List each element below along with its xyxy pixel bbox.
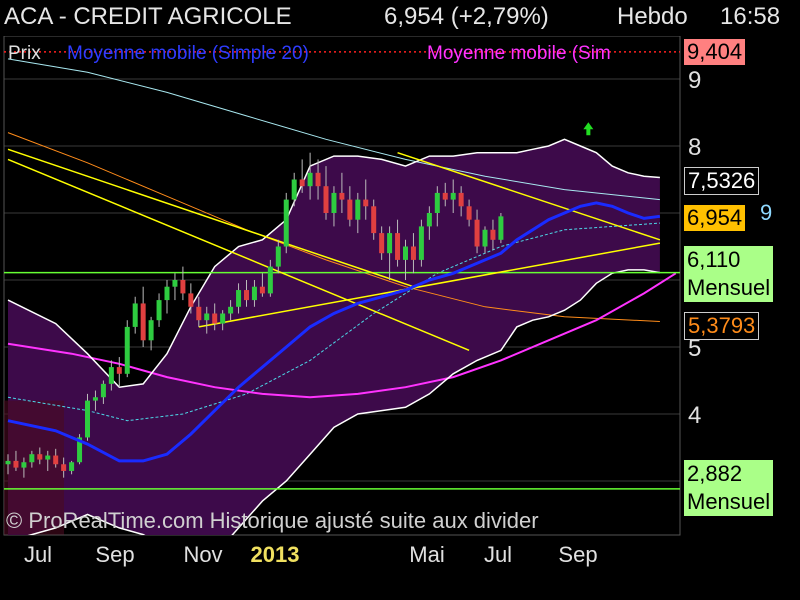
candle-body <box>259 286 265 294</box>
x-tick-label: 2013 <box>251 542 300 567</box>
candle-body <box>490 229 496 240</box>
candle-body <box>124 326 130 374</box>
candle-body <box>466 206 472 220</box>
y-tick-label: 4 <box>688 402 701 429</box>
candle-body <box>132 303 138 327</box>
candle-body <box>474 219 480 247</box>
candle-body <box>363 199 369 207</box>
candle-body <box>291 179 297 200</box>
candle-body <box>5 460 11 465</box>
candle-body <box>53 455 59 465</box>
candle-body <box>45 455 51 460</box>
candle-body <box>220 313 226 324</box>
candle-body <box>21 462 27 468</box>
support1-label: Mensuel <box>687 275 771 300</box>
candle-body <box>403 246 408 260</box>
candle-body <box>267 266 273 294</box>
candle-body <box>410 246 416 260</box>
candle-body <box>116 367 122 374</box>
clock-time: 16:58 <box>720 3 781 30</box>
x-tick-label: Jul <box>24 542 52 567</box>
legend: Prix Moyenne mobile (Simple 20) Moyenne … <box>0 36 680 76</box>
candle-body <box>387 233 393 254</box>
candle-body <box>275 246 281 267</box>
candle-body <box>450 192 456 200</box>
candle-body <box>196 306 202 321</box>
candle-body <box>61 464 67 471</box>
candle-body <box>315 172 321 187</box>
x-tick-label: Nov <box>183 542 222 567</box>
candle-body <box>148 320 154 341</box>
candle-body <box>156 300 162 321</box>
candle-body <box>69 462 75 471</box>
support1-value: 6,110 <box>687 247 741 272</box>
price-box-current-tail: 9 <box>758 200 775 226</box>
candle-body <box>212 313 218 324</box>
candle-body <box>100 383 106 398</box>
price-box-support-monthly-2: 2,882 Mensuel <box>684 460 774 516</box>
candle-body <box>323 186 329 213</box>
candle-body <box>498 216 504 240</box>
x-tick-label: Sep <box>558 542 597 567</box>
price-box-lower: 5,3793 <box>684 312 760 340</box>
candle-body <box>164 286 170 301</box>
candle-body <box>13 460 19 468</box>
price-box-upper-band: 7,5326 <box>684 167 760 195</box>
candle-body <box>395 233 401 260</box>
legend-mm20: Moyenne mobile (Simple 20) <box>67 43 309 64</box>
candle-body <box>426 213 432 227</box>
price-box-support-monthly: 6,110 Mensuel <box>684 246 774 302</box>
candle-body <box>85 400 90 438</box>
candle-body <box>442 192 448 200</box>
candle-body <box>188 293 194 307</box>
candle-body <box>355 199 361 220</box>
x-tick-label: Sep <box>95 542 134 567</box>
y-tick-label: 9 <box>688 67 701 94</box>
legend-prix: Prix <box>8 43 41 64</box>
candle-body <box>180 280 186 294</box>
candle-body <box>371 206 377 234</box>
candle-body <box>379 233 385 254</box>
legend-mm-long: Moyenne mobile (Sim <box>427 43 611 64</box>
instrument-title: ACA - CREDIT AGRICOLE <box>4 3 292 30</box>
price-box-current: 6,954 <box>684 205 746 231</box>
period-label: Hebdo <box>617 3 688 30</box>
support2-value: 2,882 <box>687 461 743 486</box>
support2-label: Mensuel <box>687 489 771 514</box>
candle-body <box>236 290 242 307</box>
candle-body <box>418 226 424 260</box>
chart-header: ACA - CREDIT AGRICOLE 6,954 (+2,79%) Heb… <box>0 0 800 36</box>
candle-body <box>108 367 114 384</box>
candle-body <box>458 192 464 207</box>
candle-body <box>299 179 305 187</box>
candle-body <box>244 290 249 301</box>
candle-body <box>283 199 289 247</box>
signal-arrow-up-icon <box>583 122 594 136</box>
candle-body <box>37 454 43 460</box>
plot-series <box>4 51 680 535</box>
copyright-notice: © ProRealTime.com Historique ajusté suit… <box>6 508 539 533</box>
x-tick-label: Jul <box>484 542 512 567</box>
x-tick-label: Mai <box>409 542 444 567</box>
price-change: 6,954 (+2,79%) <box>384 3 549 30</box>
candle-body <box>339 192 345 200</box>
candle-body <box>434 192 440 213</box>
price-box-high: 9,404 <box>684 39 746 65</box>
candle-body <box>29 454 35 463</box>
candle-body <box>228 306 234 314</box>
y-tick-label: 8 <box>688 134 701 161</box>
candle-body <box>92 397 98 401</box>
candle-body <box>347 199 353 220</box>
candle-body <box>172 280 178 287</box>
candle-body <box>251 286 257 301</box>
candle-body <box>482 229 488 247</box>
candle-body <box>331 192 337 213</box>
candle-body <box>140 303 146 341</box>
candle-body <box>204 313 210 321</box>
candle-body <box>307 172 313 187</box>
